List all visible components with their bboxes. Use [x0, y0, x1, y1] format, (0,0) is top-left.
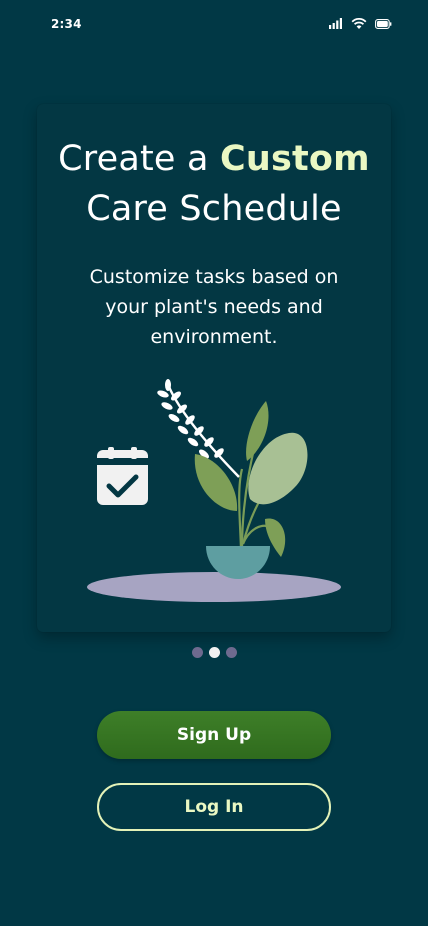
sign-up-button[interactable]: Sign Up: [97, 711, 331, 759]
wifi-icon: [351, 18, 367, 29]
status-icons: [329, 18, 392, 29]
plant-illustration: [87, 379, 341, 602]
headline-text: Create a: [58, 139, 220, 179]
ground-ellipse: [87, 572, 341, 602]
headline-text-line2: Care Schedule: [86, 189, 342, 229]
status-bar: 2:34: [0, 0, 428, 50]
onboarding-subtitle: Customize tasks based on your plant's ne…: [89, 266, 339, 348]
status-time: 2:34: [51, 17, 82, 31]
calendar-check-icon: [97, 447, 148, 505]
page-dot-2-active[interactable]: [208, 647, 220, 658]
page-dot-1[interactable]: [191, 647, 203, 658]
onboarding-card: Create a Custom Care Schedule Customize …: [37, 104, 391, 632]
onboarding-headline: Create a Custom Care Schedule: [37, 134, 391, 234]
page-dot-3[interactable]: [225, 647, 237, 658]
log-in-button[interactable]: Log In: [97, 783, 331, 831]
headline-accent: Custom: [219, 139, 370, 179]
plant-leaf: [194, 454, 238, 511]
page-indicator: [0, 647, 428, 658]
cellular-signal-icon: [329, 18, 342, 29]
battery-icon: [375, 18, 392, 29]
